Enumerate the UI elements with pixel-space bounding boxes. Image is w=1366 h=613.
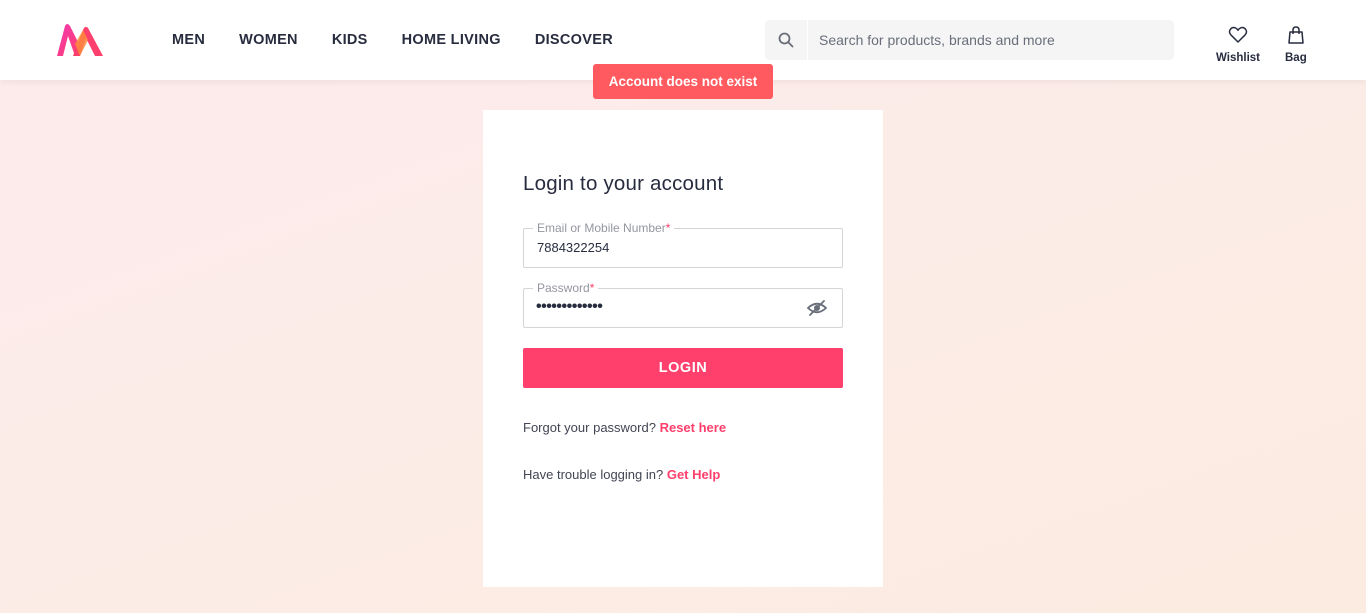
email-field-value[interactable]: 7884322254 bbox=[537, 240, 609, 255]
wishlist-label: Wishlist bbox=[1216, 52, 1260, 64]
search-bar bbox=[765, 20, 1174, 60]
search-icon[interactable] bbox=[765, 20, 808, 60]
trouble-login-line: Have trouble logging in? Get Help bbox=[523, 467, 720, 482]
get-help-link[interactable]: Get Help bbox=[667, 467, 720, 482]
myntra-logo[interactable] bbox=[55, 22, 105, 58]
trouble-login-text: Have trouble logging in? bbox=[523, 467, 664, 482]
login-title: Login to your account bbox=[523, 172, 724, 195]
password-field[interactable]: Password* ••••••••••••• bbox=[523, 280, 843, 328]
main-nav: MEN WOMEN KIDS HOME LIVING DISCOVER bbox=[172, 0, 647, 80]
search-input[interactable] bbox=[808, 31, 1161, 49]
bag-label: Bag bbox=[1285, 52, 1307, 64]
password-field-label: Password* bbox=[533, 280, 599, 296]
forgot-password-text: Forgot your password? bbox=[523, 420, 656, 435]
bag-button[interactable]: Bag bbox=[1285, 26, 1307, 64]
nav-discover[interactable]: DISCOVER bbox=[535, 32, 613, 48]
nav-home-living[interactable]: HOME LIVING bbox=[402, 32, 501, 48]
error-toast: Account does not exist bbox=[593, 64, 773, 99]
email-field-label: Email or Mobile Number* bbox=[533, 220, 675, 236]
heart-icon bbox=[1228, 26, 1248, 49]
forgot-password-line: Forgot your password? Reset here bbox=[523, 420, 726, 435]
nav-men[interactable]: MEN bbox=[172, 32, 205, 48]
nav-kids[interactable]: KIDS bbox=[332, 32, 368, 48]
email-field[interactable]: Email or Mobile Number* 7884322254 bbox=[523, 220, 843, 268]
login-button[interactable]: LOGIN bbox=[523, 348, 843, 388]
wishlist-button[interactable]: Wishlist bbox=[1216, 26, 1260, 64]
reset-password-link[interactable]: Reset here bbox=[660, 420, 726, 435]
bag-icon bbox=[1287, 26, 1305, 49]
nav-women[interactable]: WOMEN bbox=[239, 32, 298, 48]
login-card: Login to your account Email or Mobile Nu… bbox=[483, 110, 883, 587]
password-field-value[interactable]: ••••••••••••• bbox=[536, 298, 603, 316]
eye-slash-icon[interactable] bbox=[806, 299, 828, 317]
